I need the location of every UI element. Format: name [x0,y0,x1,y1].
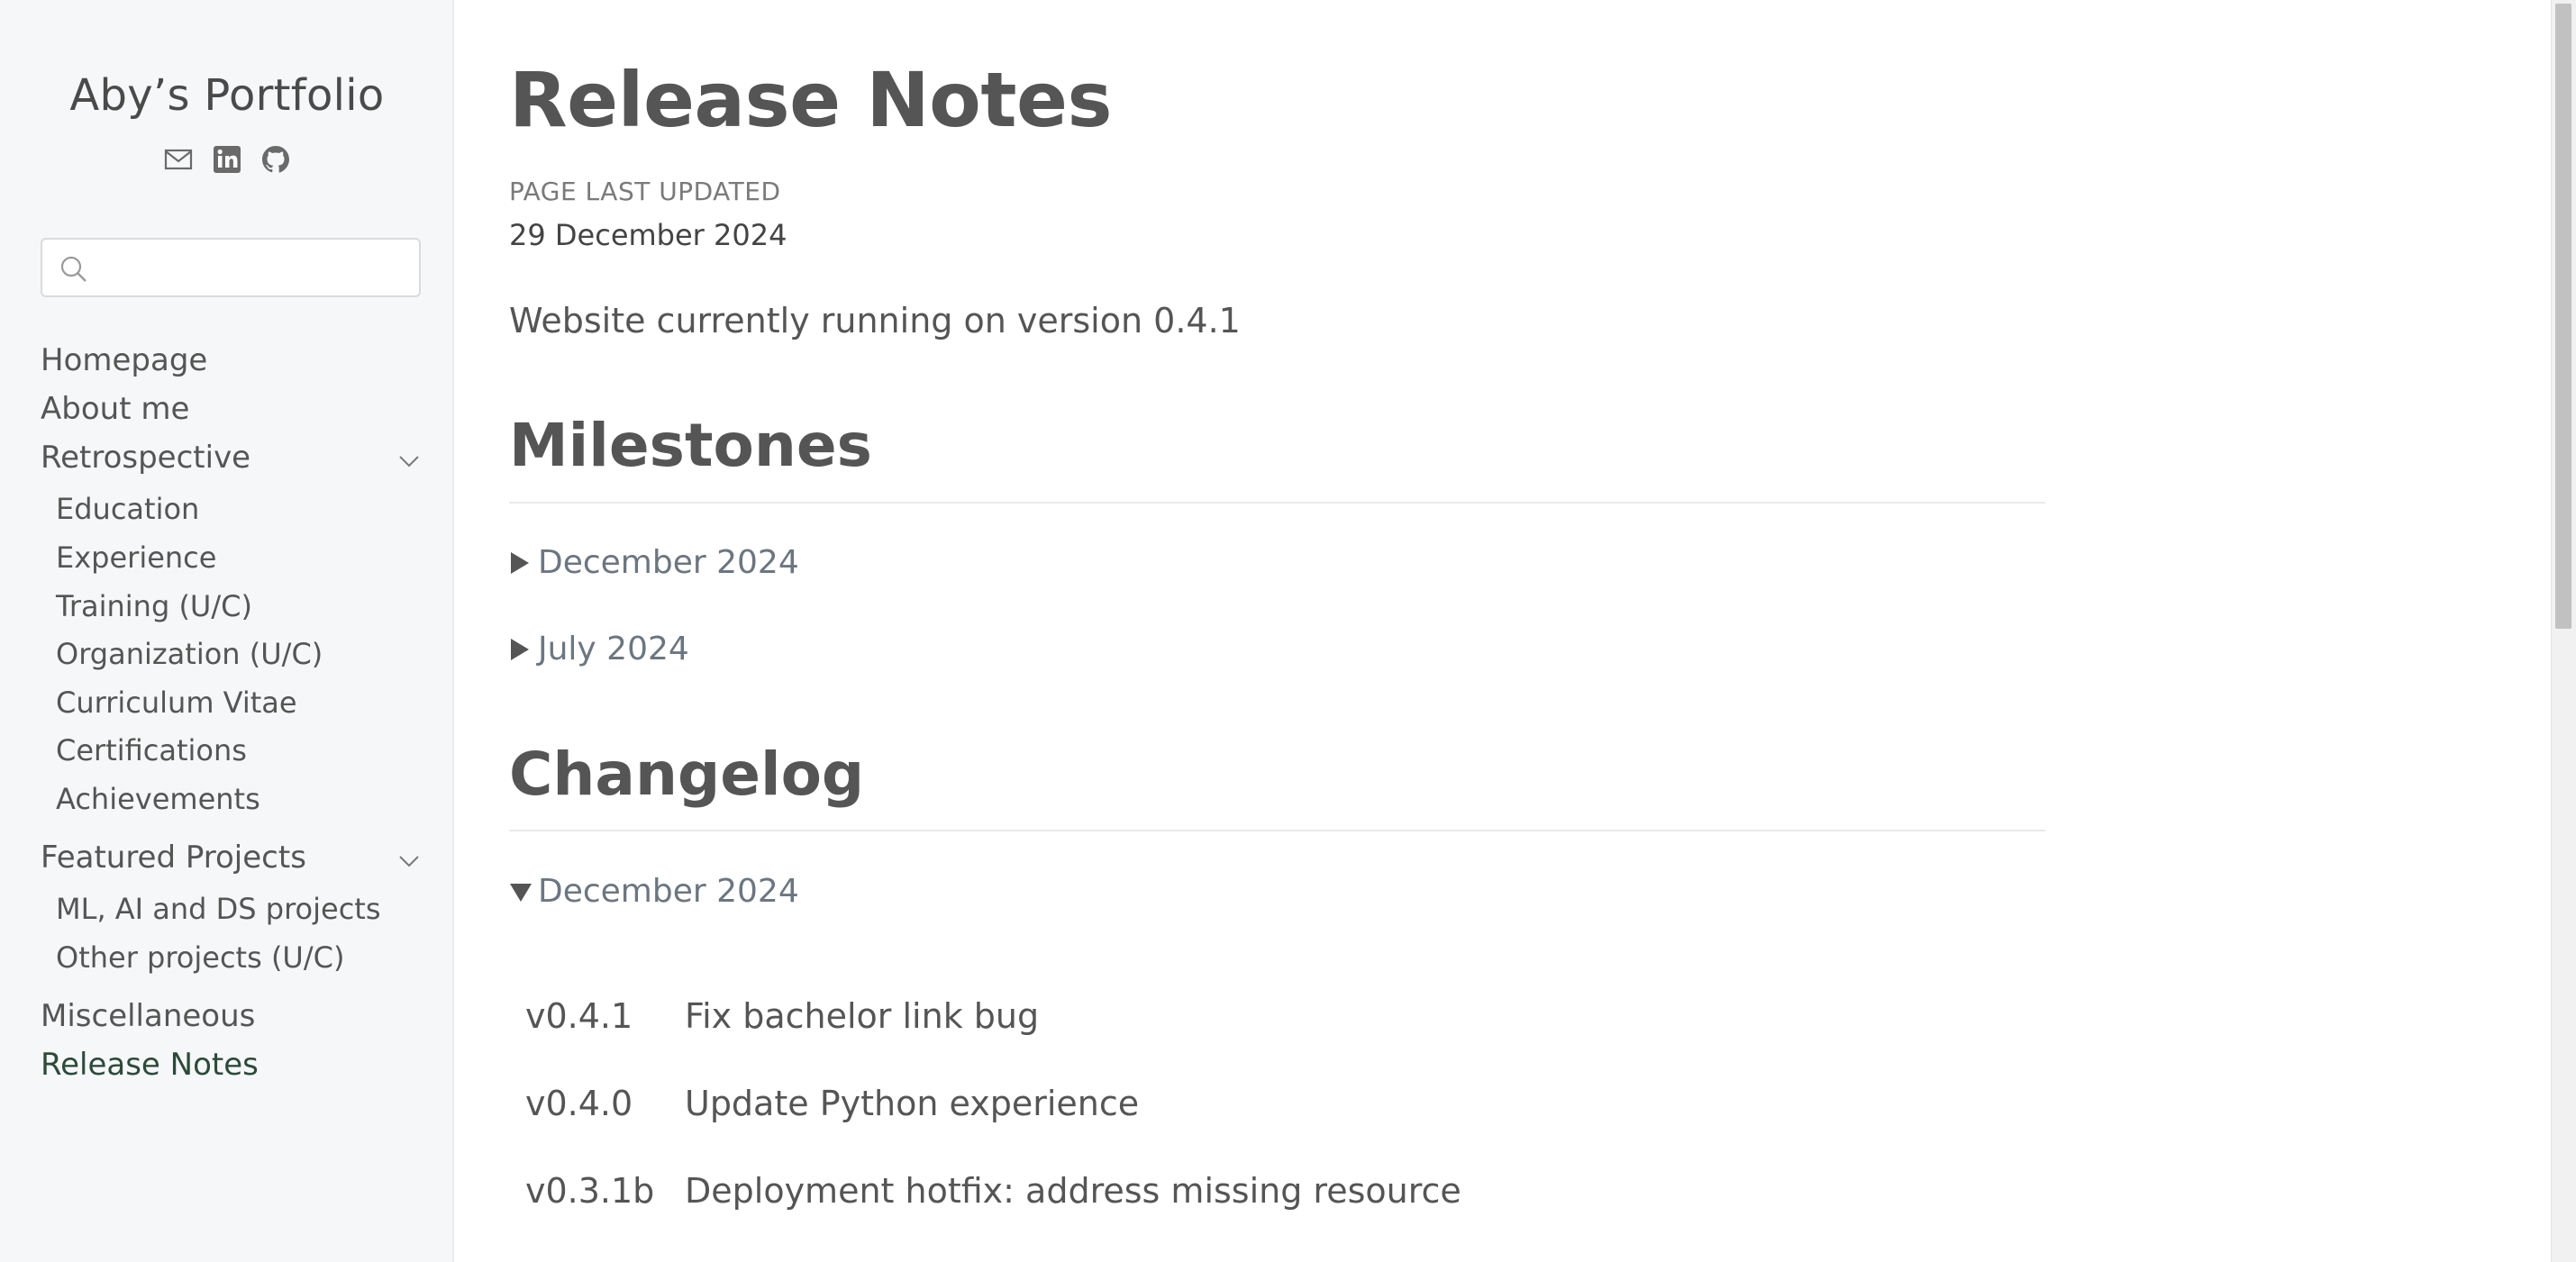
nav-achievements[interactable]: Achievements [56,782,260,816]
nav-retrospective[interactable]: Retrospective [41,440,250,476]
milestones-heading: Milestones [509,411,872,480]
changelog-description: Update Python experience [685,1084,1140,1123]
search-icon [59,254,89,285]
nav-education[interactable]: Education [56,492,199,526]
summary-label: July 2024 [538,631,689,667]
nav-about-me[interactable]: About me [41,391,189,427]
milestone-summary[interactable]: July 2024 [509,631,689,667]
last-updated-label: PAGE LAST UPDATED [509,177,781,206]
caret-down-icon [509,878,532,905]
nav-curriculum-vitae[interactable]: Curriculum Vitae [56,685,297,720]
nav-release-notes[interactable]: Release Notes [41,1047,259,1083]
changelog-version: v0.3.1b [525,1171,655,1211]
chevron-down-icon[interactable] [396,449,422,474]
scrollbar[interactable] [2551,0,2576,1262]
milestone-summary[interactable]: December 2024 [509,544,799,581]
scrollbar-thumb[interactable] [2555,4,2571,629]
divider [509,830,2045,831]
nav-certifications[interactable]: Certifications [56,733,247,767]
nav-ml-ai-ds-projects[interactable]: ML, AI and DS projects [56,892,381,926]
sidebar: Aby’s Portfolio Homepage About me Retros… [0,0,454,1262]
summary-label: December 2024 [538,873,799,910]
divider [509,502,2045,504]
site-title[interactable]: Aby’s Portfolio [0,70,454,121]
page-title: Release Notes [509,56,1112,144]
summary-label: December 2024 [538,544,799,581]
changelog-version: v0.4.0 [525,1084,633,1123]
version-intro: Website currently running on version 0.4… [509,301,1241,340]
github-icon[interactable] [260,144,291,175]
changelog-version: v0.4.1 [525,996,633,1036]
last-updated-date: 29 December 2024 [509,218,787,252]
chevron-down-icon[interactable] [396,849,422,874]
nav-featured-projects[interactable]: Featured Projects [41,840,306,876]
linkedin-icon[interactable] [212,144,242,175]
mail-icon[interactable] [163,144,194,175]
changelog-summary[interactable]: December 2024 [509,873,799,910]
nav-organization[interactable]: Organization (U/C) [56,637,323,671]
nav-training[interactable]: Training (U/C) [56,589,252,623]
caret-right-icon [509,636,532,663]
caret-right-icon [509,549,532,577]
nav-other-projects[interactable]: Other projects (U/C) [56,940,344,975]
changelog-heading: Changelog [509,740,865,809]
nav-homepage[interactable]: Homepage [41,342,207,378]
main-content: Release Notes PAGE LAST UPDATED 29 Decem… [509,0,2045,1262]
changelog-description: Deployment hotfix: address missing resou… [685,1171,1461,1211]
changelog-description: Fix bachelor link bug [685,996,1040,1036]
nav-miscellaneous[interactable]: Miscellaneous [41,998,255,1034]
search-input[interactable] [96,247,406,290]
nav-experience[interactable]: Experience [56,540,216,575]
search-box[interactable] [41,238,421,297]
social-links [0,144,454,175]
